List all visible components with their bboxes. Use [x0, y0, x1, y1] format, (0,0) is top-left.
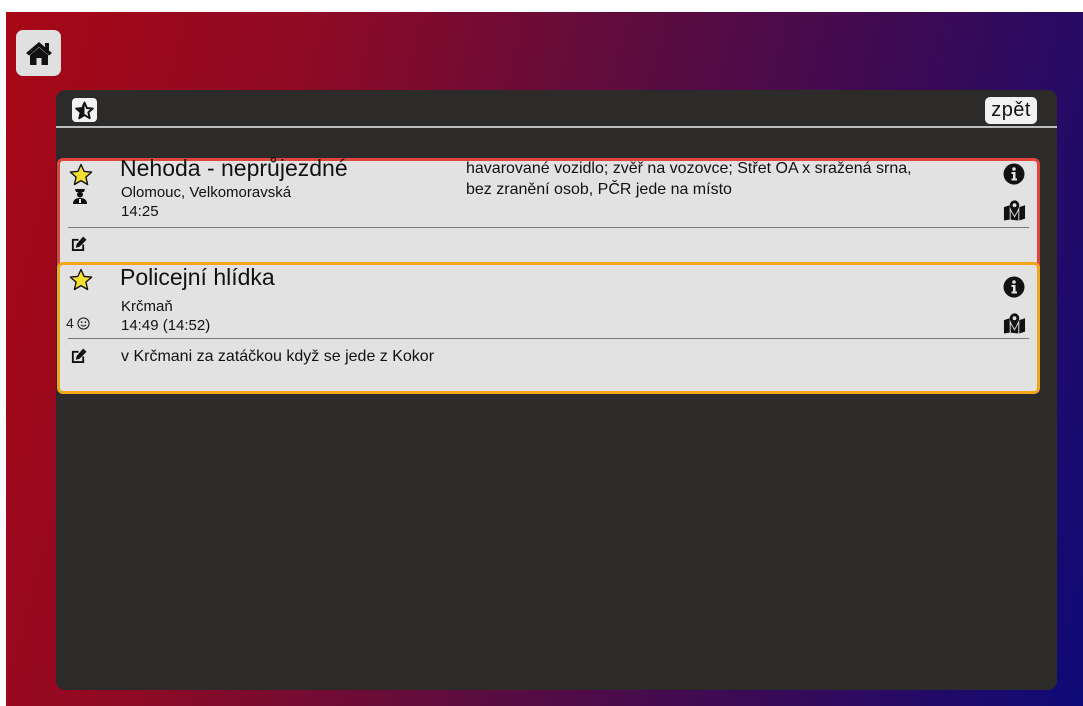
event-time: 14:25	[121, 203, 159, 220]
map-marker-icon[interactable]	[1003, 199, 1026, 221]
event-title: Policejní hlídka	[120, 264, 275, 290]
event-note: v Krčmani za zatáčkou když se jede z Kok…	[121, 348, 435, 365]
smiley-icon	[77, 316, 90, 330]
info-icon[interactable]	[1003, 163, 1025, 185]
star-filter-icon	[75, 101, 94, 119]
map-marker-icon[interactable]	[1003, 312, 1026, 334]
event-description: havarované vozidlo; zvěř na vozovce; Stř…	[466, 160, 912, 198]
background: zpět Nehoda - neprůjezdné Olomouc, Velko…	[6, 12, 1083, 706]
police-officer-icon	[73, 189, 87, 204]
event-place: Krčmaň	[121, 298, 173, 315]
event-card[interactable]: Nehoda - neprůjezdné Olomouc, Velkomorav…	[57, 155, 1040, 274]
favorite-star-icon[interactable]	[69, 163, 93, 187]
confirmation-count: 4	[66, 315, 90, 331]
home-icon	[25, 41, 52, 65]
event-place: Olomouc, Velkomoravská	[121, 184, 292, 201]
home-button[interactable]	[16, 30, 61, 76]
confirmation-count-value: 4	[66, 315, 74, 331]
back-button[interactable]: zpět	[985, 97, 1037, 124]
favorite-star-icon[interactable]	[69, 268, 93, 292]
event-card[interactable]: 4 Policejní hlídka Krčmaň 14:49 (14:52)	[57, 262, 1040, 394]
edit-icon[interactable]	[70, 348, 87, 364]
panel-toolbar: zpět	[56, 90, 1057, 128]
favorites-button[interactable]	[72, 98, 97, 122]
info-icon[interactable]	[1003, 276, 1025, 298]
edit-icon[interactable]	[70, 236, 87, 252]
event-title: Nehoda - neprůjezdné	[120, 155, 348, 181]
event-time: 14:49 (14:52)	[121, 317, 211, 334]
